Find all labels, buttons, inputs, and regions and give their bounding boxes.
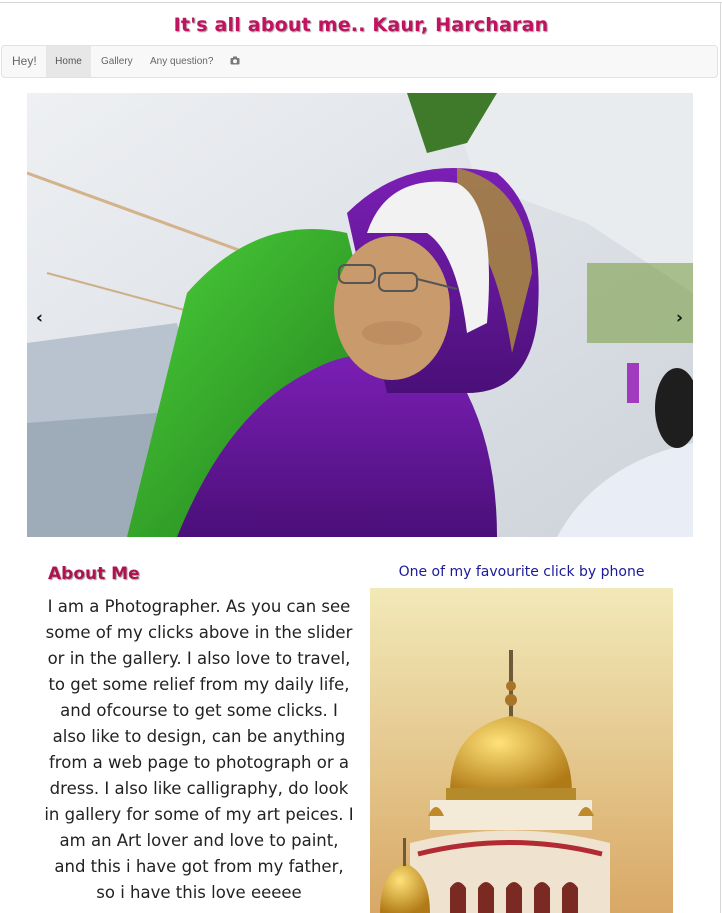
brand-link[interactable]: Hey! [12, 54, 37, 68]
carousel-prev-control[interactable]: ‹ [36, 308, 43, 328]
about-paragraph: I am a Photographer. As you can see some… [44, 597, 354, 902]
right-rule [720, 2, 721, 913]
nav-item-any-question[interactable]: Any question? [150, 46, 213, 77]
nav-item-home[interactable]: Home [46, 46, 91, 77]
carousel-next-control[interactable]: › [676, 308, 683, 328]
nav-item-gallery[interactable]: Gallery [101, 46, 133, 77]
favourite-photo-caption: One of my favourite click by phone [398, 564, 645, 580]
site-title: It's all about me.. Kaur, Harcharan [173, 14, 549, 36]
image-carousel[interactable] [27, 93, 693, 537]
camera-icon[interactable] [230, 46, 240, 77]
favourite-photo [370, 588, 673, 913]
carousel-slide-image [27, 93, 693, 537]
about-heading: About Me [48, 564, 140, 584]
top-rule [0, 2, 722, 3]
gurdwara-dome-image [370, 588, 673, 913]
navbar: Hey! Home Gallery Any question? [1, 45, 718, 78]
